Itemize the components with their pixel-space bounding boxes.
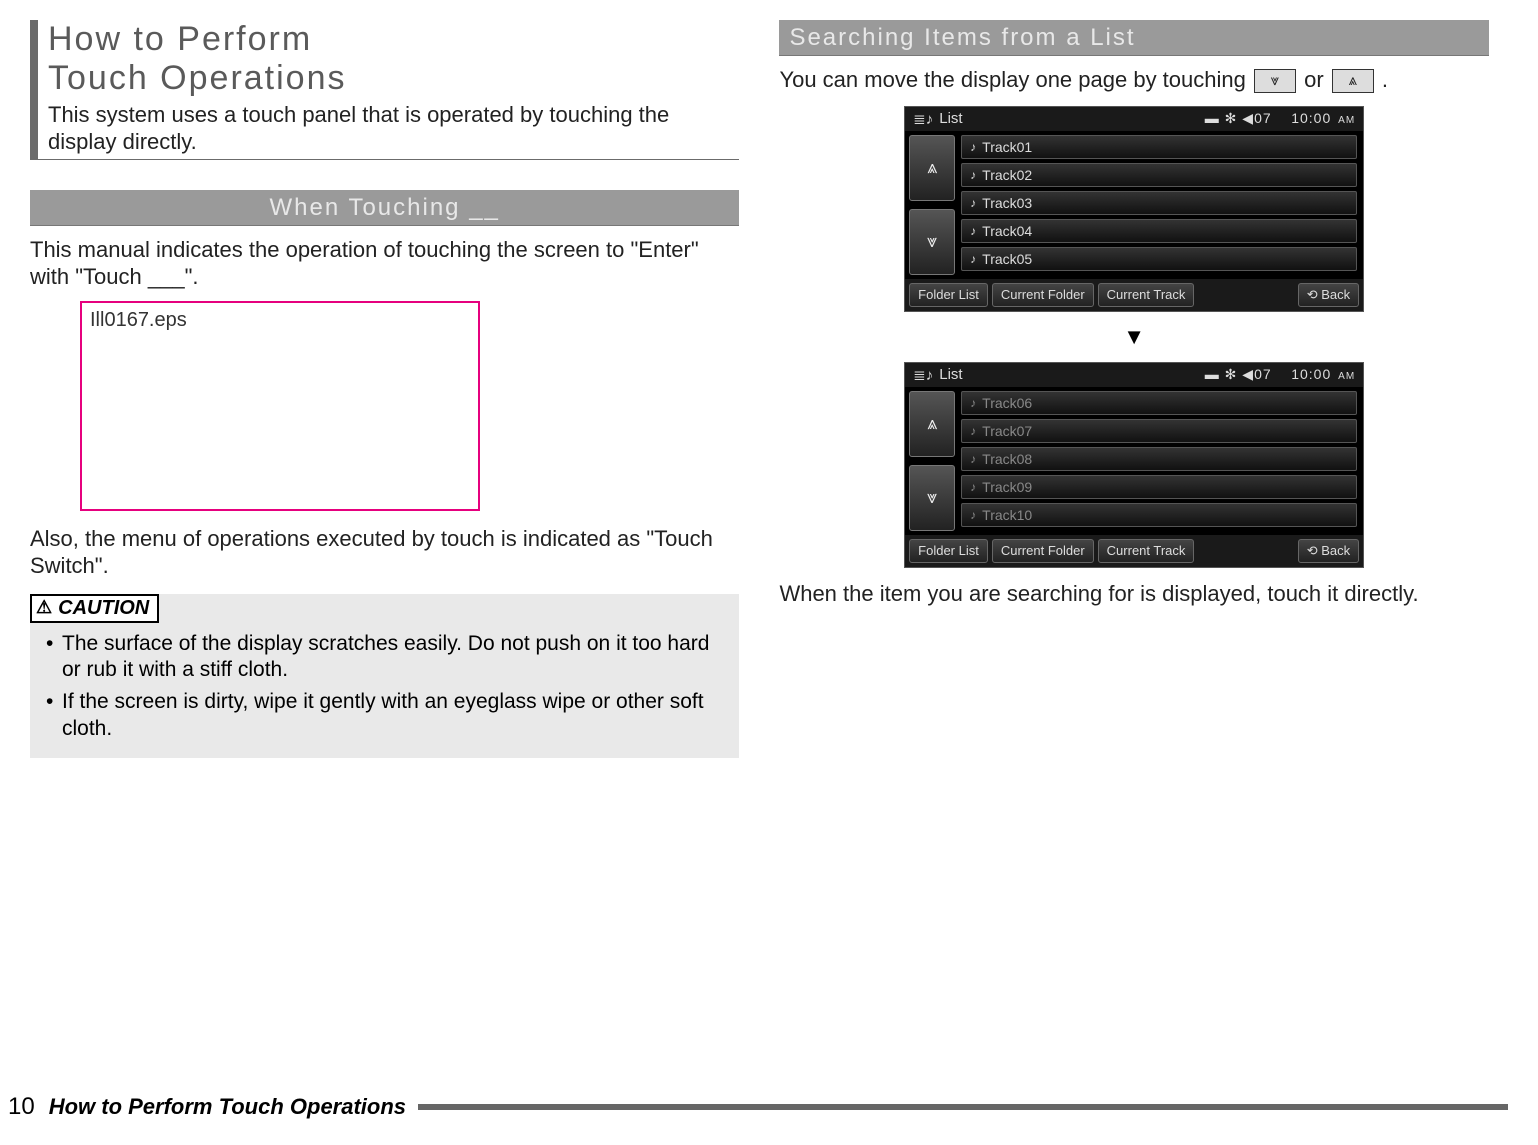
music-note-icon: ♪: [970, 452, 976, 466]
back-button[interactable]: ⟲ Back: [1298, 539, 1359, 563]
list-item-label: Track03: [982, 195, 1032, 211]
list-item-label: Track05: [982, 251, 1032, 267]
page-footer: 10 How to Perform Touch Operations: [8, 1093, 1508, 1121]
status-icons: ▬ ✻ ◀07: [1205, 110, 1272, 126]
clock-ampm: AM: [1338, 371, 1355, 382]
tab-current-track[interactable]: Current Track: [1098, 539, 1195, 563]
music-note-icon: ♪: [970, 396, 976, 410]
clock-ampm: AM: [1338, 115, 1355, 126]
music-note-icon: ♪: [970, 252, 976, 266]
scroll-up-button[interactable]: ⩓: [909, 135, 955, 201]
screenshot-list-page2: ≣♪ List ▬ ✻ ◀07 10:00 AM ⩓ ⩔ ♪ Track06 ♪: [904, 362, 1364, 568]
footer-rule: [418, 1104, 1508, 1110]
back-button[interactable]: ⟲ Back: [1298, 283, 1359, 307]
scroll-up-button[interactable]: ⩓: [909, 391, 955, 457]
main-heading-block: How to Perform Touch Operations This sys…: [30, 20, 739, 160]
list-item[interactable]: ♪ Track06: [961, 391, 1357, 415]
screenshot-list-page1: ≣♪ List ▬ ✻ ◀07 10:00 AM ⩓ ⩔ ♪ Track01 ♪: [904, 106, 1364, 312]
intro-pre-text: You can move the display one page by tou…: [779, 67, 1252, 92]
paragraph-touch-enter: This manual indicates the operation of t…: [30, 236, 739, 291]
caution-item: The surface of the display scratches eas…: [44, 631, 729, 684]
footer-title: How to Perform Touch Operations: [49, 1094, 406, 1120]
image-placeholder-ill0167: Ill0167.eps: [80, 301, 480, 511]
list-item-label: Track02: [982, 167, 1032, 183]
tab-current-folder[interactable]: Current Folder: [992, 539, 1094, 563]
list-title-label: List: [939, 366, 962, 383]
intro-post-text: .: [1382, 67, 1388, 92]
list-item[interactable]: ♪ Track10: [961, 503, 1357, 527]
sub-heading-when-touching: When Touching __: [30, 190, 739, 226]
music-note-icon: ♪: [970, 480, 976, 494]
page-number: 10: [8, 1093, 35, 1121]
clock-time: 10:00: [1291, 110, 1331, 126]
list-item[interactable]: ♪ Track04: [961, 219, 1357, 243]
list-item-label: Track09: [982, 479, 1032, 495]
list-item[interactable]: ♪ Track02: [961, 163, 1357, 187]
list-item[interactable]: ♪ Track03: [961, 191, 1357, 215]
list-title-label: List: [939, 110, 962, 127]
list-item[interactable]: ♪ Track09: [961, 475, 1357, 499]
sub-heading-searching-list: Searching Items from a List: [779, 20, 1488, 56]
list-title-icon: ≣♪: [913, 366, 933, 384]
list-item-label: Track06: [982, 395, 1032, 411]
caution-item: If the screen is dirty, wipe it gently w…: [44, 689, 729, 742]
tab-folder-list[interactable]: Folder List: [909, 539, 988, 563]
scroll-down-button[interactable]: ⩔: [909, 465, 955, 531]
list-item-label: Track01: [982, 139, 1032, 155]
caution-box: CAUTION The surface of the display scrat…: [30, 594, 739, 758]
paragraph-touch-directly: When the item you are searching for is d…: [779, 580, 1488, 608]
page-down-icon: ⩔: [1254, 69, 1296, 93]
page-up-icon: ⩓: [1332, 69, 1374, 93]
paragraph-paging-intro: You can move the display one page by tou…: [779, 66, 1488, 94]
paragraph-touch-switch: Also, the menu of operations executed by…: [30, 525, 739, 580]
music-note-icon: ♪: [970, 168, 976, 182]
music-note-icon: ♪: [970, 196, 976, 210]
music-note-icon: ♪: [970, 424, 976, 438]
list-item[interactable]: ♪ Track08: [961, 447, 1357, 471]
music-note-icon: ♪: [970, 140, 976, 154]
main-title-line1: How to Perform: [48, 20, 739, 59]
intro-mid-text: or: [1304, 67, 1330, 92]
clock-time: 10:00: [1291, 366, 1331, 382]
list-title-icon: ≣♪: [913, 110, 933, 128]
list-item[interactable]: ♪ Track07: [961, 419, 1357, 443]
status-icons: ▬ ✻ ◀07: [1205, 366, 1272, 382]
scroll-down-button[interactable]: ⩔: [909, 209, 955, 275]
caution-label: CAUTION: [30, 594, 159, 623]
music-note-icon: ♪: [970, 508, 976, 522]
tab-current-track[interactable]: Current Track: [1098, 283, 1195, 307]
tab-folder-list[interactable]: Folder List: [909, 283, 988, 307]
tab-current-folder[interactable]: Current Folder: [992, 283, 1094, 307]
list-item-label: Track08: [982, 451, 1032, 467]
list-item-label: Track04: [982, 223, 1032, 239]
down-arrow-icon: ▼: [779, 324, 1488, 350]
placeholder-label: Ill0167.eps: [90, 309, 187, 331]
list-item-label: Track10: [982, 507, 1032, 523]
list-item-label: Track07: [982, 423, 1032, 439]
list-item[interactable]: ♪ Track05: [961, 247, 1357, 271]
main-subtitle: This system uses a touch panel that is o…: [48, 102, 739, 155]
list-item[interactable]: ♪ Track01: [961, 135, 1357, 159]
music-note-icon: ♪: [970, 224, 976, 238]
main-title-line2: Touch Operations: [48, 59, 739, 98]
